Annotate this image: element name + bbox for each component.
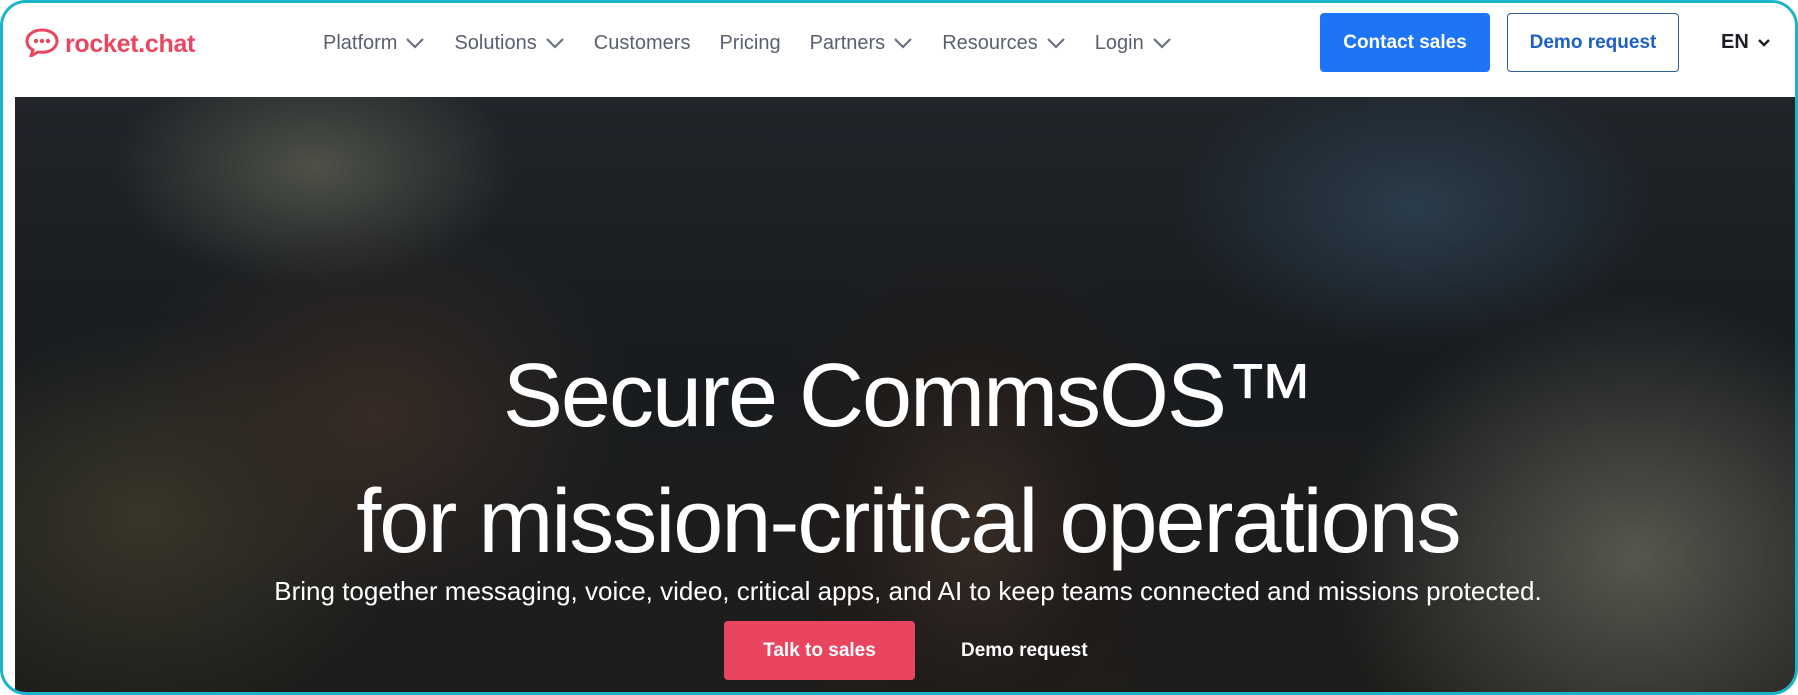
nav-item-partners[interactable]: Partners bbox=[810, 32, 914, 55]
nav-item-label: Solutions bbox=[454, 31, 537, 54]
chevron-down-icon bbox=[1757, 31, 1771, 54]
logo[interactable]: rocket.chat bbox=[25, 27, 195, 61]
nav-item-platform[interactable]: Platform bbox=[323, 32, 425, 55]
nav-item-label: Platform bbox=[323, 31, 398, 54]
hero-title-line-2: for mission-critical operations bbox=[356, 472, 1461, 573]
hero-subtitle: Bring together messaging, voice, video, … bbox=[274, 576, 1542, 606]
chevron-down-icon bbox=[1046, 37, 1066, 49]
chevron-down-icon bbox=[405, 37, 425, 49]
browser-frame: rocket.chat Platform Solutions Customers… bbox=[0, 0, 1798, 695]
language-label: EN bbox=[1721, 30, 1749, 53]
chevron-down-icon bbox=[1152, 37, 1172, 49]
main-nav: Platform Solutions Customers Pricing Par… bbox=[323, 29, 1201, 57]
hero-section: Secure CommsOS™ for mission-critical ope… bbox=[15, 97, 1795, 692]
site-header: rocket.chat Platform Solutions Customers… bbox=[3, 3, 1795, 94]
contact-sales-button[interactable]: Contact sales bbox=[1320, 13, 1490, 72]
logo-text: rocket.chat bbox=[65, 29, 196, 58]
language-selector[interactable]: EN bbox=[1721, 28, 1771, 56]
nav-item-login[interactable]: Login bbox=[1095, 32, 1172, 55]
nav-item-resources[interactable]: Resources bbox=[942, 32, 1066, 55]
hero-content: Secure CommsOS™ for mission-critical ope… bbox=[15, 97, 1795, 692]
demo-request-button[interactable]: Demo request bbox=[1507, 13, 1679, 72]
talk-to-sales-button[interactable]: Talk to sales bbox=[724, 621, 915, 680]
hero-title-line-1: Secure CommsOS™ bbox=[502, 346, 1315, 447]
rocket-chat-bubble-icon bbox=[25, 27, 59, 62]
nav-item-customers[interactable]: Customers bbox=[594, 32, 691, 55]
chevron-down-icon bbox=[545, 37, 565, 49]
nav-item-label: Pricing bbox=[719, 31, 781, 54]
nav-item-label: Resources bbox=[942, 31, 1038, 54]
nav-item-label: Customers bbox=[593, 31, 691, 54]
hero-demo-request-link[interactable]: Demo request bbox=[961, 637, 1088, 665]
nav-item-label: Partners bbox=[809, 31, 886, 54]
nav-item-label: Login bbox=[1094, 31, 1144, 54]
chevron-down-icon bbox=[893, 37, 913, 49]
nav-item-solutions[interactable]: Solutions bbox=[454, 32, 564, 55]
nav-item-pricing[interactable]: Pricing bbox=[719, 32, 780, 55]
